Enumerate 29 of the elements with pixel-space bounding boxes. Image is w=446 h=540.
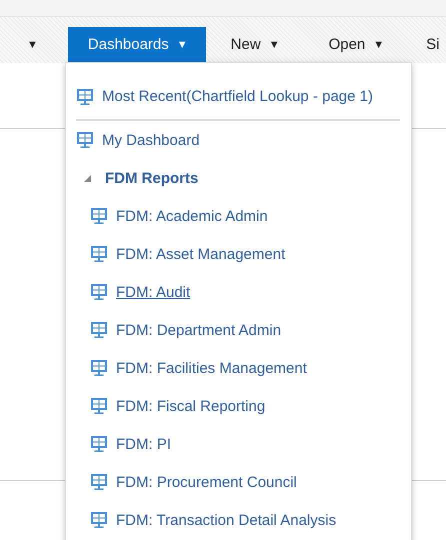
menu-button[interactable]: New ▼	[218, 27, 292, 62]
menu-button[interactable]: ▼	[15, 27, 50, 62]
dashboard-icon	[76, 88, 94, 106]
dashboard-icon	[90, 245, 108, 263]
menu-button[interactable]: Dashboards ▼	[68, 27, 206, 62]
dashboard-item[interactable]: My Dashboard	[66, 121, 411, 159]
dashboard-icon	[90, 435, 108, 453]
menu-button[interactable]: Si	[414, 27, 446, 62]
dashboard-item[interactable]: FDM: Asset Management	[66, 235, 411, 273]
dashboard-icon	[76, 131, 94, 149]
expand-icon[interactable]	[84, 174, 91, 182]
dashboard-item[interactable]: FDM: Audit	[66, 273, 411, 311]
dashboard-icon	[90, 207, 108, 225]
recent-dashboard-item[interactable]: Most Recent(Chartfield Lookup - page 1)	[66, 80, 411, 113]
dashboard-icon	[90, 511, 108, 529]
dashboard-item[interactable]: FDM: Department Admin	[66, 311, 411, 349]
dashboard-icon	[90, 359, 108, 377]
dashboard-item[interactable]: FDM: Transaction Detail Analysis	[66, 501, 411, 539]
menu-button[interactable]: Open ▼	[316, 27, 396, 62]
folder-label[interactable]: FDM Reports	[105, 170, 198, 186]
dashboard-item[interactable]: FDM: Academic Admin	[66, 197, 411, 235]
dashboard-icon	[90, 473, 108, 491]
dashboard-item[interactable]: FDM: PI	[66, 425, 411, 463]
dashboard-item[interactable]: FDM: Facilities Management	[66, 349, 411, 387]
dashboard-icon	[90, 283, 108, 301]
dashboard-icon	[90, 321, 108, 339]
dashboard-icon	[90, 397, 108, 415]
dashboard-item[interactable]: FDM: Procurement Council	[66, 463, 411, 501]
dashboard-item[interactable]: FDM: Fiscal Reporting	[66, 387, 411, 425]
